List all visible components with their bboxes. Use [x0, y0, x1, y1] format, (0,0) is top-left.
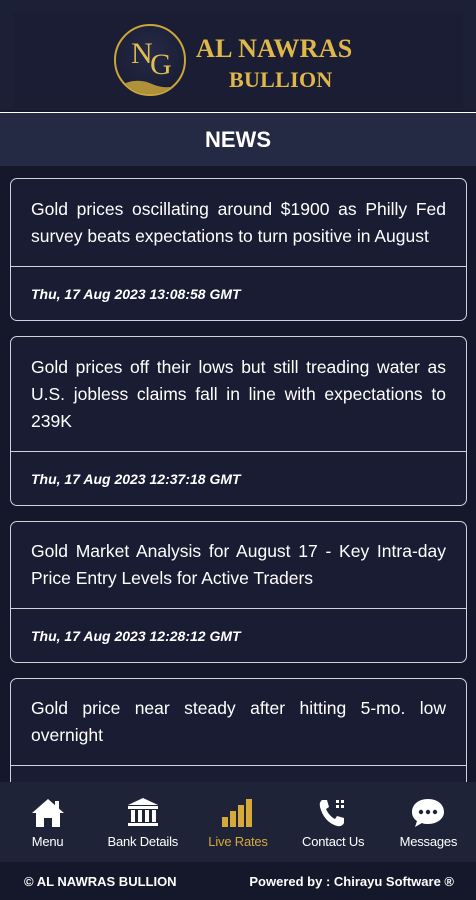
nav-bank-details[interactable]: Bank Details [95, 782, 190, 862]
app-header: N G AL NAWRAS BULLION [0, 0, 476, 110]
footer-copyright: © AL NAWRAS BULLION [24, 873, 177, 889]
news-card[interactable]: Gold Market Analysis for August 17 - Key… [10, 521, 467, 663]
page-title: NEWS [205, 126, 271, 152]
nav-contact-us[interactable]: Contact Us [286, 782, 381, 862]
app-footer: © AL NAWRAS BULLION Powered by : Chirayu… [0, 862, 476, 900]
brand-logo-icon: N G [114, 24, 186, 96]
nav-live-rates[interactable]: Live Rates [190, 782, 285, 862]
news-timestamp [11, 766, 466, 782]
nav-menu-label: Menu [31, 834, 64, 849]
nav-menu[interactable]: Menu [0, 782, 95, 862]
page-title-bar: NEWS [0, 112, 476, 166]
news-list[interactable]: Gold prices oscillating around $1900 as … [0, 166, 476, 782]
news-timestamp: Thu, 17 Aug 2023 12:28:12 GMT [31, 627, 241, 644]
news-card[interactable]: Gold prices off their lows but still tre… [10, 336, 467, 506]
bar-chart-icon [220, 796, 256, 830]
news-headline: Gold prices oscillating around $1900 as … [31, 198, 446, 246]
news-card[interactable]: Gold price near steady after hitting 5-m… [10, 678, 467, 782]
phone-icon [315, 796, 351, 830]
bottom-nav: Menu Bank Details Live Rates Contact Us … [0, 782, 476, 862]
brand-name-line1: AL NAWRAS [196, 34, 353, 63]
news-card[interactable]: Gold prices oscillating around $1900 as … [10, 178, 467, 321]
news-timestamp: Thu, 17 Aug 2023 13:08:58 GMT [31, 285, 241, 302]
nav-messages[interactable]: Messages [381, 782, 476, 862]
home-icon [30, 796, 66, 830]
nav-contact-us-label: Contact Us [302, 834, 365, 849]
news-headline: Gold Market Analysis for August 17 - Key… [31, 541, 446, 588]
news-timestamp: Thu, 17 Aug 2023 12:37:18 GMT [31, 470, 241, 487]
nav-messages-label: Messages [399, 834, 458, 849]
footer-powered-by[interactable]: Powered by : Chirayu Software ® [249, 874, 454, 889]
nav-bank-details-label: Bank Details [107, 834, 179, 849]
brand-name-line2: BULLION [229, 67, 333, 92]
bank-icon [125, 796, 161, 830]
nav-live-rates-label: Live Rates [208, 834, 268, 849]
news-headline: Gold price near steady after hitting 5-m… [31, 698, 446, 745]
news-headline: Gold prices off their lows but still tre… [31, 356, 446, 431]
chat-bubble-icon [410, 796, 446, 830]
logo-wave-icon [116, 80, 184, 94]
